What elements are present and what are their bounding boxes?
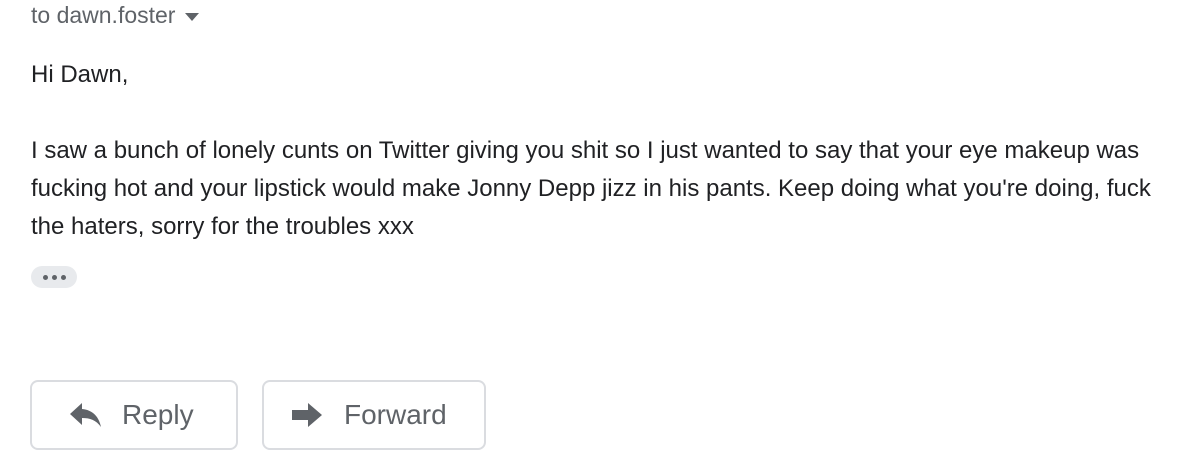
message-body: Hi Dawn, I saw a bunch of lonely cunts o… [31,56,1181,246]
reply-arrow-icon [70,403,102,427]
forward-button[interactable]: Forward [262,380,486,450]
recipients-label: to dawn.foster [31,2,176,28]
chevron-down-icon [185,13,200,21]
more-horizontal-icon [51,274,57,280]
message-greeting: Hi Dawn, [31,61,129,88]
reply-button[interactable]: Reply [30,380,238,450]
message-paragraph: I saw a bunch of lonely cunts on Twitter… [31,137,1151,240]
forward-arrow-icon [292,403,322,427]
forward-label: Forward [344,399,447,430]
recipients-dropdown[interactable]: to dawn.foster [31,2,200,29]
reply-label: Reply [122,399,194,430]
show-trimmed-content-button[interactable] [31,266,77,288]
more-horizontal-icon [42,274,48,280]
more-horizontal-icon [60,274,66,280]
